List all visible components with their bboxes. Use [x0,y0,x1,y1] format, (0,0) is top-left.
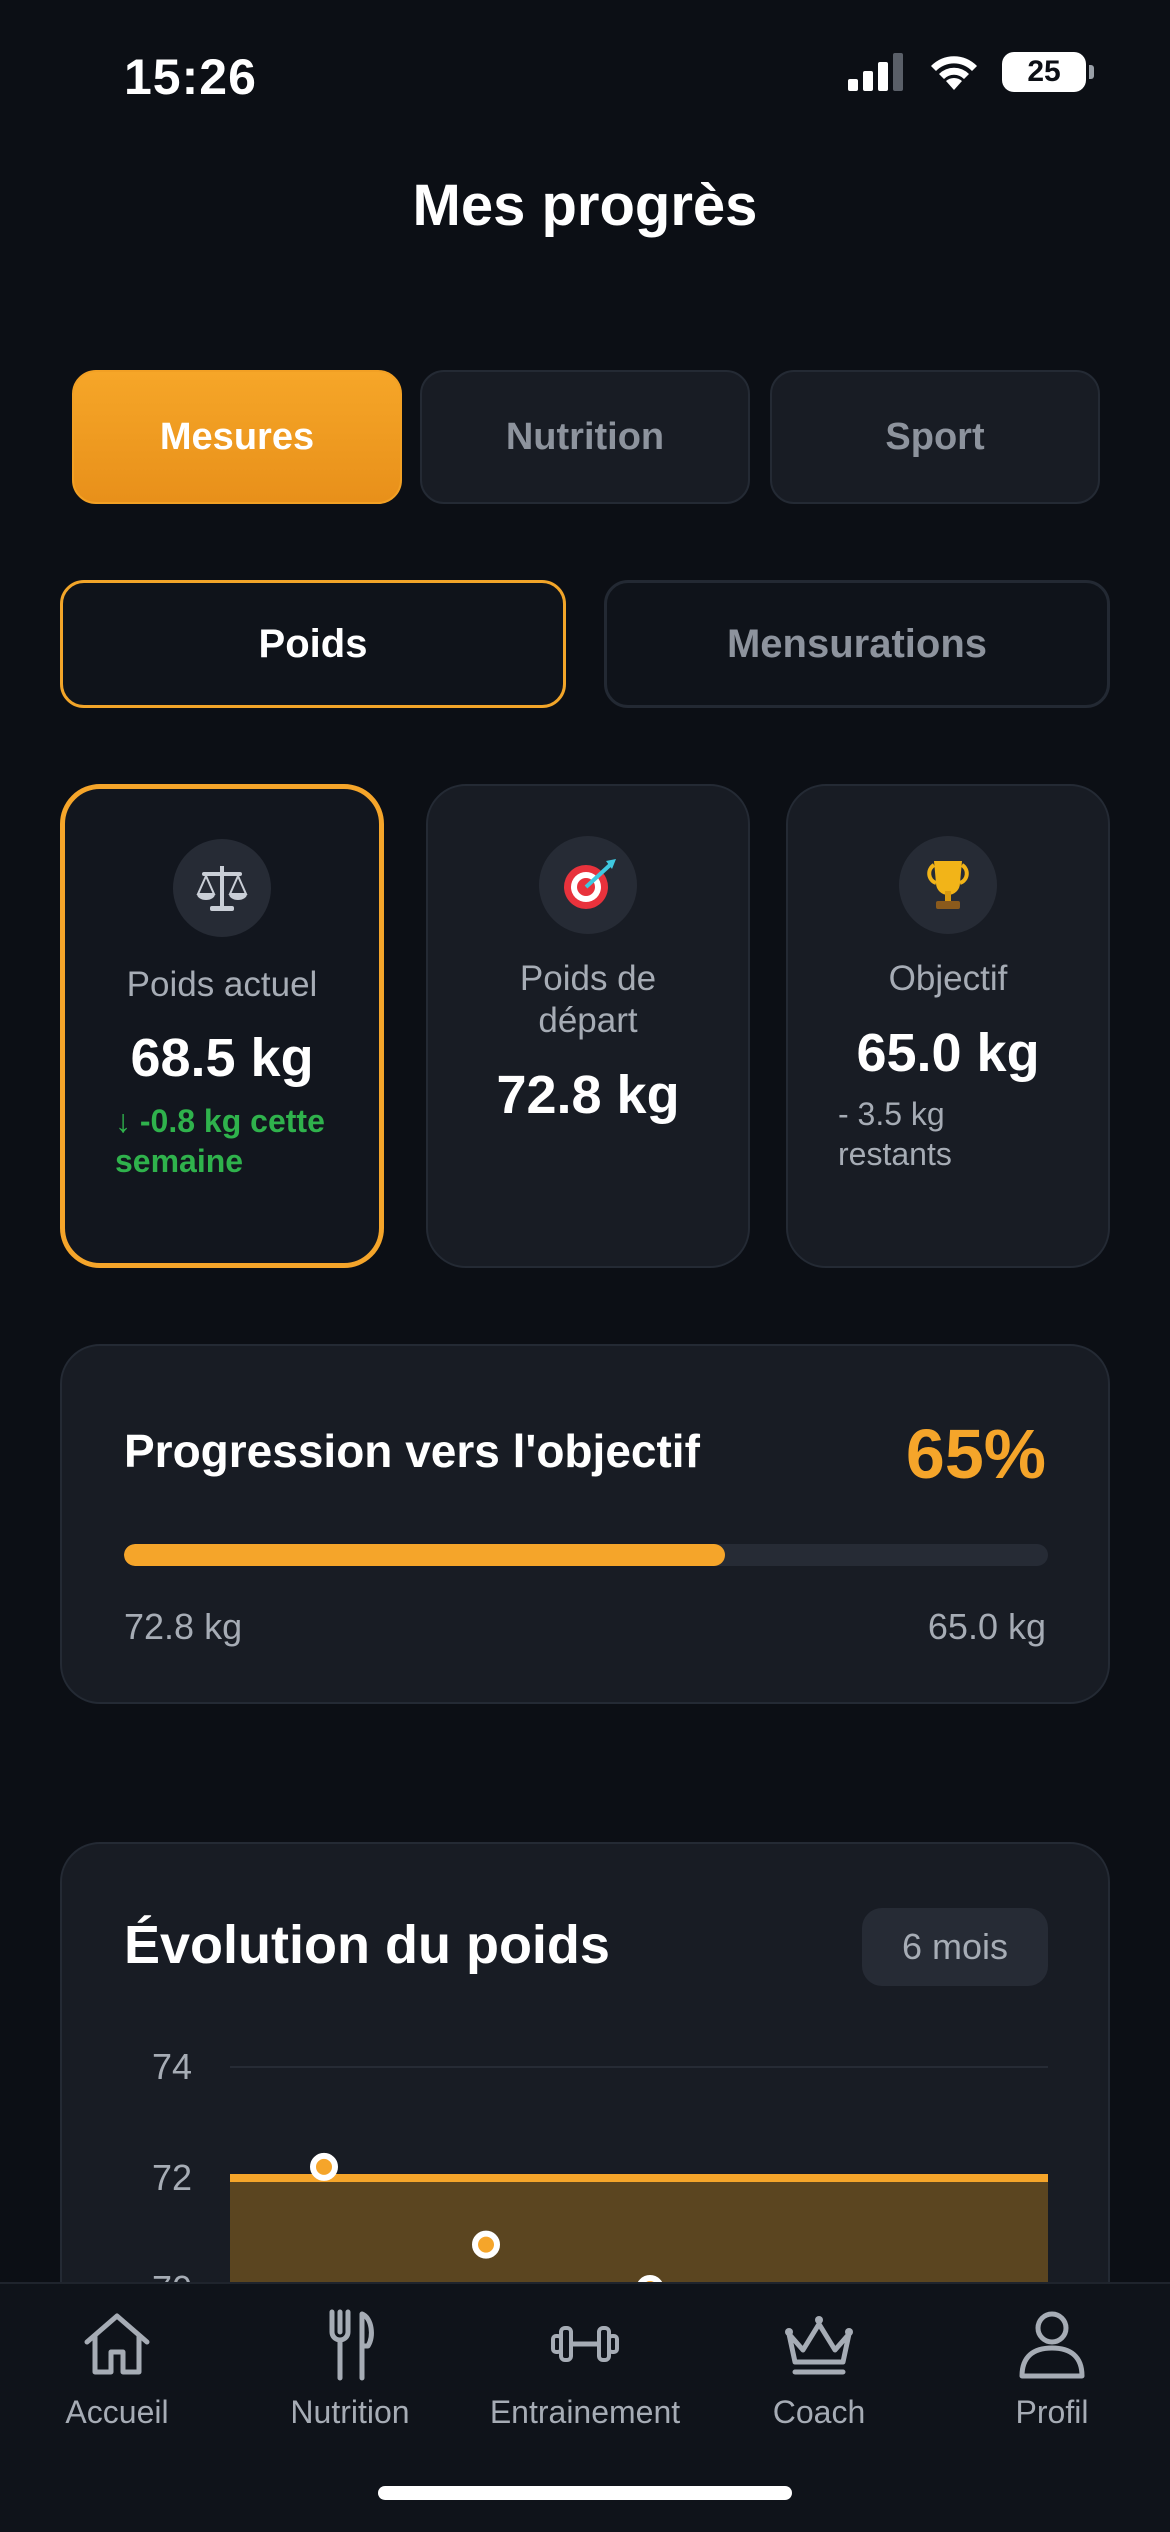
progress-title: Progression vers l'objectif [124,1425,700,1477]
y-tick-label: 72 [152,2157,192,2198]
tab-sport[interactable]: Sport [770,370,1100,504]
stat-card-start-weight[interactable]: Poids de départ 72.8 kg [426,784,750,1268]
nav-profil[interactable]: Profil [937,2306,1167,2431]
weekly-change: ↓ -0.8 kg cette semaine [115,1103,325,1179]
stat-label: Poids de départ [519,959,657,1040]
remaining-weight: - 3.5 kg restants [838,1096,952,1172]
stat-label: Poids actuel [126,965,318,1004]
progress-start-label: 72.8 kg [124,1606,243,1647]
fork-knife-icon [329,2309,374,2381]
progress-end-label: 65.0 kg [927,1606,1046,1647]
home-indicator [378,2486,792,2500]
data-point[interactable] [472,2230,500,2259]
nav-label: Coach [772,2394,866,2430]
scale-icon [173,839,271,937]
nav-label: Accueil [65,2394,169,2430]
nav-coach[interactable]: Coach [704,2306,934,2431]
stat-card-current-weight[interactable]: Poids actuel 68.5 kg ↓ -0.8 kg cette sem… [60,784,384,1268]
nav-nutrition[interactable]: Nutrition [235,2306,465,2431]
crown-icon [785,2316,853,2375]
tab-mesures[interactable]: Mesures [72,370,402,504]
stat-card-goal[interactable]: Objectif 65.0 kg - 3.5 kg restants [786,784,1110,1268]
dumbbell-icon [551,2326,619,2362]
nav-label: Nutrition [290,2394,410,2430]
progress-bar-fill [124,1544,725,1566]
stat-value: 72.8 kg [496,1065,680,1125]
stat-value: 68.5 kg [130,1028,314,1088]
target-icon [539,836,637,934]
status-time: 15:26 [124,49,257,105]
status-icons: 25 [848,52,1094,92]
trophy-icon [899,836,997,934]
nav-label: Profil [1015,2394,1089,2430]
y-tick-label: 74 [152,2046,192,2087]
wifi-icon [931,56,977,90]
nav-entrainement[interactable]: Entrainement [470,2306,700,2431]
signal-icon [848,53,903,91]
nav-accueil[interactable]: Accueil [2,2306,232,2431]
person-icon [1019,2311,1085,2379]
battery-icon: 25 [1002,52,1094,92]
progress-card: Progression vers l'objectif 65% 72.8 kg … [60,1344,1110,1704]
stat-value: 65.0 kg [856,1023,1040,1083]
subtab-mensurations[interactable]: Mensurations [604,580,1110,708]
tab-nutrition[interactable]: Nutrition [420,370,750,504]
stat-label: Objectif [888,959,1008,998]
progress-bar [124,1544,1048,1566]
home-icon [84,2313,150,2375]
progress-percent: 65% [905,1415,1046,1493]
data-point[interactable] [310,2152,338,2181]
nav-label: Entrainement [489,2394,681,2430]
subtab-poids[interactable]: Poids [60,580,566,708]
page-title: Mes progrès [412,173,758,238]
